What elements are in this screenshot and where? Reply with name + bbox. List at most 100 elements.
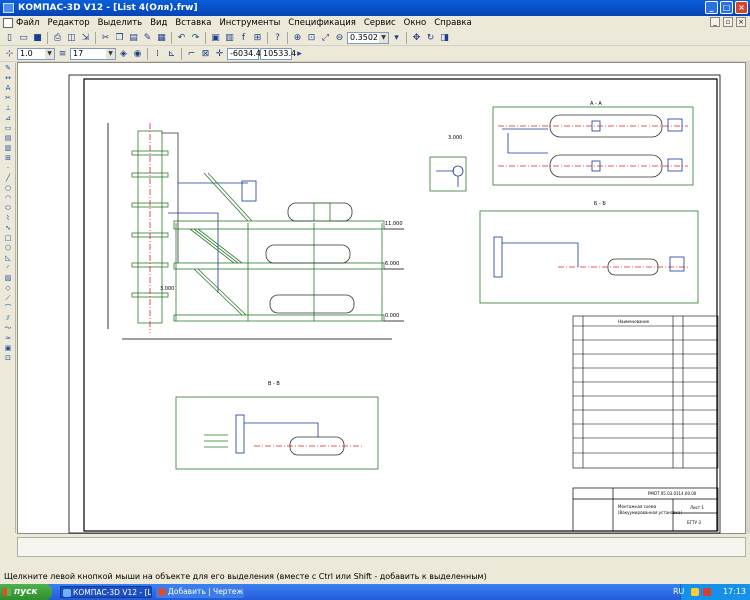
select-icon[interactable]: ▭	[2, 124, 14, 133]
chevron-down-icon[interactable]: ▼	[45, 48, 54, 59]
menu-editor[interactable]: Редактор	[47, 18, 89, 28]
manager-icon[interactable]: ▣	[209, 31, 222, 44]
insert-icon[interactable]: ⊞	[2, 154, 14, 163]
fillet-icon[interactable]: ◜	[2, 264, 14, 273]
layer-field[interactable]: 17 ▼	[70, 47, 116, 60]
rectangle-icon[interactable]: □	[2, 234, 14, 243]
layer-manager-icon[interactable]: ◈	[117, 47, 130, 60]
zoom-in-icon[interactable]: ⊕	[291, 31, 304, 44]
task-kompas[interactable]: КОМПАС-3D V12 - [Li...	[60, 586, 152, 598]
print-preview-icon[interactable]: ◫	[65, 31, 78, 44]
zoom-dropdown-icon[interactable]: ▾	[390, 31, 403, 44]
grid-toggle-icon[interactable]: ⁞	[151, 47, 164, 60]
start-button[interactable]: пуск	[0, 584, 52, 600]
view-icon[interactable]: ◨	[438, 31, 451, 44]
drawing-canvas[interactable]: 11.000 6.000 0.000 3.000 3.000 А - А Б -…	[17, 62, 746, 534]
polygon-icon[interactable]: ⬠	[2, 244, 14, 253]
zoom-field[interactable]: 0.3502 ▼	[347, 31, 389, 44]
tangent-icon[interactable]: ⌒	[2, 304, 14, 313]
zoom-window-icon[interactable]: ⊡	[305, 31, 318, 44]
doc-close-button[interactable]: ×	[736, 17, 746, 27]
menu-view[interactable]: Вид	[150, 18, 167, 28]
doc-minimize-button[interactable]: _	[710, 17, 720, 27]
chevron-down-icon[interactable]: ▼	[106, 48, 115, 59]
contour-icon[interactable]: ◇	[2, 284, 14, 293]
maximize-button[interactable]: □	[720, 1, 733, 14]
doc-restore-button[interactable]: ▫	[723, 17, 733, 27]
macro-icon[interactable]: ▣	[2, 344, 14, 353]
print-icon[interactable]: ⎙	[51, 31, 64, 44]
menu-service[interactable]: Сервис	[364, 18, 396, 28]
hatch-icon[interactable]: ▨	[2, 274, 14, 283]
aux-line-icon[interactable]: ⟋	[2, 294, 14, 303]
menu-help[interactable]: Справка	[434, 18, 471, 28]
circle-icon[interactable]: ○	[2, 184, 14, 193]
spline-icon[interactable]: ∿	[2, 224, 14, 233]
document-icon[interactable]	[3, 18, 13, 28]
point-icon[interactable]: ·	[2, 164, 14, 173]
snap-settings-icon[interactable]: ⊠	[199, 47, 212, 60]
antivirus-icon[interactable]	[703, 588, 711, 596]
library-icon[interactable]: ▥	[223, 31, 236, 44]
pan-icon[interactable]: ✥	[410, 31, 423, 44]
line-scale-field[interactable]: 1.0 ▼	[17, 47, 55, 60]
export-icon[interactable]: ⇲	[79, 31, 92, 44]
minimize-button[interactable]: _	[705, 1, 718, 14]
grid-icon[interactable]: ⊞	[251, 31, 264, 44]
help-pointer-icon[interactable]: ?	[271, 31, 284, 44]
menu-tools[interactable]: Инструменты	[219, 18, 280, 28]
measure-icon[interactable]: ⊿	[2, 114, 14, 123]
current-state-icon[interactable]: ⊹	[3, 47, 16, 60]
undo-icon[interactable]: ↶	[175, 31, 188, 44]
menu-specification[interactable]: Спецификация	[288, 18, 356, 28]
collect-icon[interactable]: ⊡	[2, 354, 14, 363]
snap-icon[interactable]: ◉	[131, 47, 144, 60]
symbols-icon[interactable]: A	[2, 84, 14, 93]
close-button[interactable]: ×	[735, 1, 748, 14]
dimensions-icon[interactable]: ↔	[2, 74, 14, 83]
reports-icon[interactable]: ▥	[2, 144, 14, 153]
segment-icon[interactable]: ╱	[2, 174, 14, 183]
zoom-scale-icon[interactable]: ⊖	[333, 31, 346, 44]
geometry-icon[interactable]: ✎	[2, 64, 14, 73]
offset-icon[interactable]: ⫽	[2, 314, 14, 323]
parametrization-icon[interactable]: ⊥	[2, 104, 14, 113]
network-icon[interactable]	[691, 588, 699, 596]
arc-icon[interactable]: ◠	[2, 194, 14, 203]
ortho-icon[interactable]: ⌐	[185, 47, 198, 60]
new-file-icon[interactable]: ▯	[3, 31, 16, 44]
window-title-bar[interactable]: КОМПАС-3D V12 - [List 4(Оля).frw] _ □ ×	[0, 0, 750, 16]
paste-icon[interactable]: ▤	[127, 31, 140, 44]
coord-y-field[interactable]: 10533.4	[260, 47, 296, 60]
variables-icon[interactable]: f	[237, 31, 250, 44]
spec-icon[interactable]: ▤	[2, 134, 14, 143]
format-brush-icon[interactable]: ✎	[141, 31, 154, 44]
ellipse-icon[interactable]: ⬭	[2, 204, 14, 213]
menu-window[interactable]: Окно	[404, 18, 427, 28]
zoom-fit-icon[interactable]: ⤢	[319, 31, 332, 44]
chamfer-icon[interactable]: ◺	[2, 254, 14, 263]
language-indicator[interactable]: RU	[673, 584, 684, 600]
open-folder-icon[interactable]: ▭	[17, 31, 30, 44]
properties-icon[interactable]: ▦	[155, 31, 168, 44]
copy-icon[interactable]: ❐	[113, 31, 126, 44]
refresh-icon[interactable]: ↻	[424, 31, 437, 44]
bezier-icon[interactable]: 〜	[2, 324, 14, 333]
layer-icon[interactable]: ≡	[56, 47, 69, 60]
menu-select[interactable]: Выделить	[98, 18, 143, 28]
polyline-icon[interactable]: ⌇	[2, 214, 14, 223]
nurbs-icon[interactable]: ≈	[2, 334, 14, 343]
properties-panel[interactable]	[17, 537, 746, 557]
task-browser[interactable]: Добавить | Чертеж...	[156, 586, 244, 598]
sheet-inner-frame	[83, 78, 718, 532]
chevron-down-icon[interactable]: ▼	[379, 32, 388, 43]
menu-insert[interactable]: Вставка	[175, 18, 211, 28]
edit-icon[interactable]: ✂	[2, 94, 14, 103]
menu-file[interactable]: Файл	[16, 18, 39, 28]
local-cs-icon[interactable]: ⊾	[165, 47, 178, 60]
redo-icon[interactable]: ↷	[189, 31, 202, 44]
save-icon[interactable]: ■	[31, 31, 44, 44]
cut-icon[interactable]: ✂	[99, 31, 112, 44]
vertical-scrollbar[interactable]	[746, 62, 750, 534]
coord-x-field[interactable]: -6034.4	[227, 47, 261, 60]
